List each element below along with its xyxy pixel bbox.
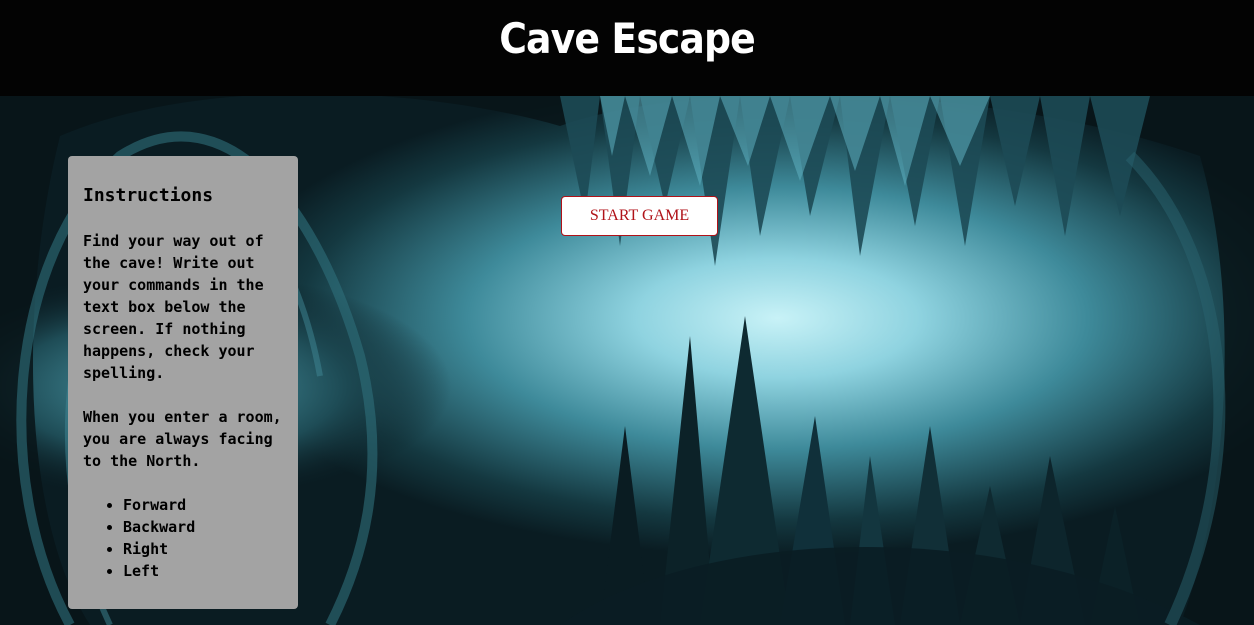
command-item-left: Left xyxy=(123,560,288,582)
command-item-right: Right xyxy=(123,538,288,560)
command-item-forward: Forward xyxy=(123,494,288,516)
instructions-paragraph-intro: Find your way out of the cave! Write out… xyxy=(83,232,264,382)
start-game-button[interactable]: START GAME xyxy=(561,196,718,236)
instructions-heading: Instructions xyxy=(83,185,214,206)
instructions-paragraph-facing: When you enter a room, you are always fa… xyxy=(83,408,282,470)
header-bar: Cave Escape xyxy=(0,0,1254,96)
instructions-panel: Instructions Find your way out of the ca… xyxy=(68,156,298,609)
command-item-backward: Backward xyxy=(123,516,288,538)
command-list: Forward Backward Right Left xyxy=(83,494,288,582)
page-title: Cave Escape xyxy=(499,14,756,63)
